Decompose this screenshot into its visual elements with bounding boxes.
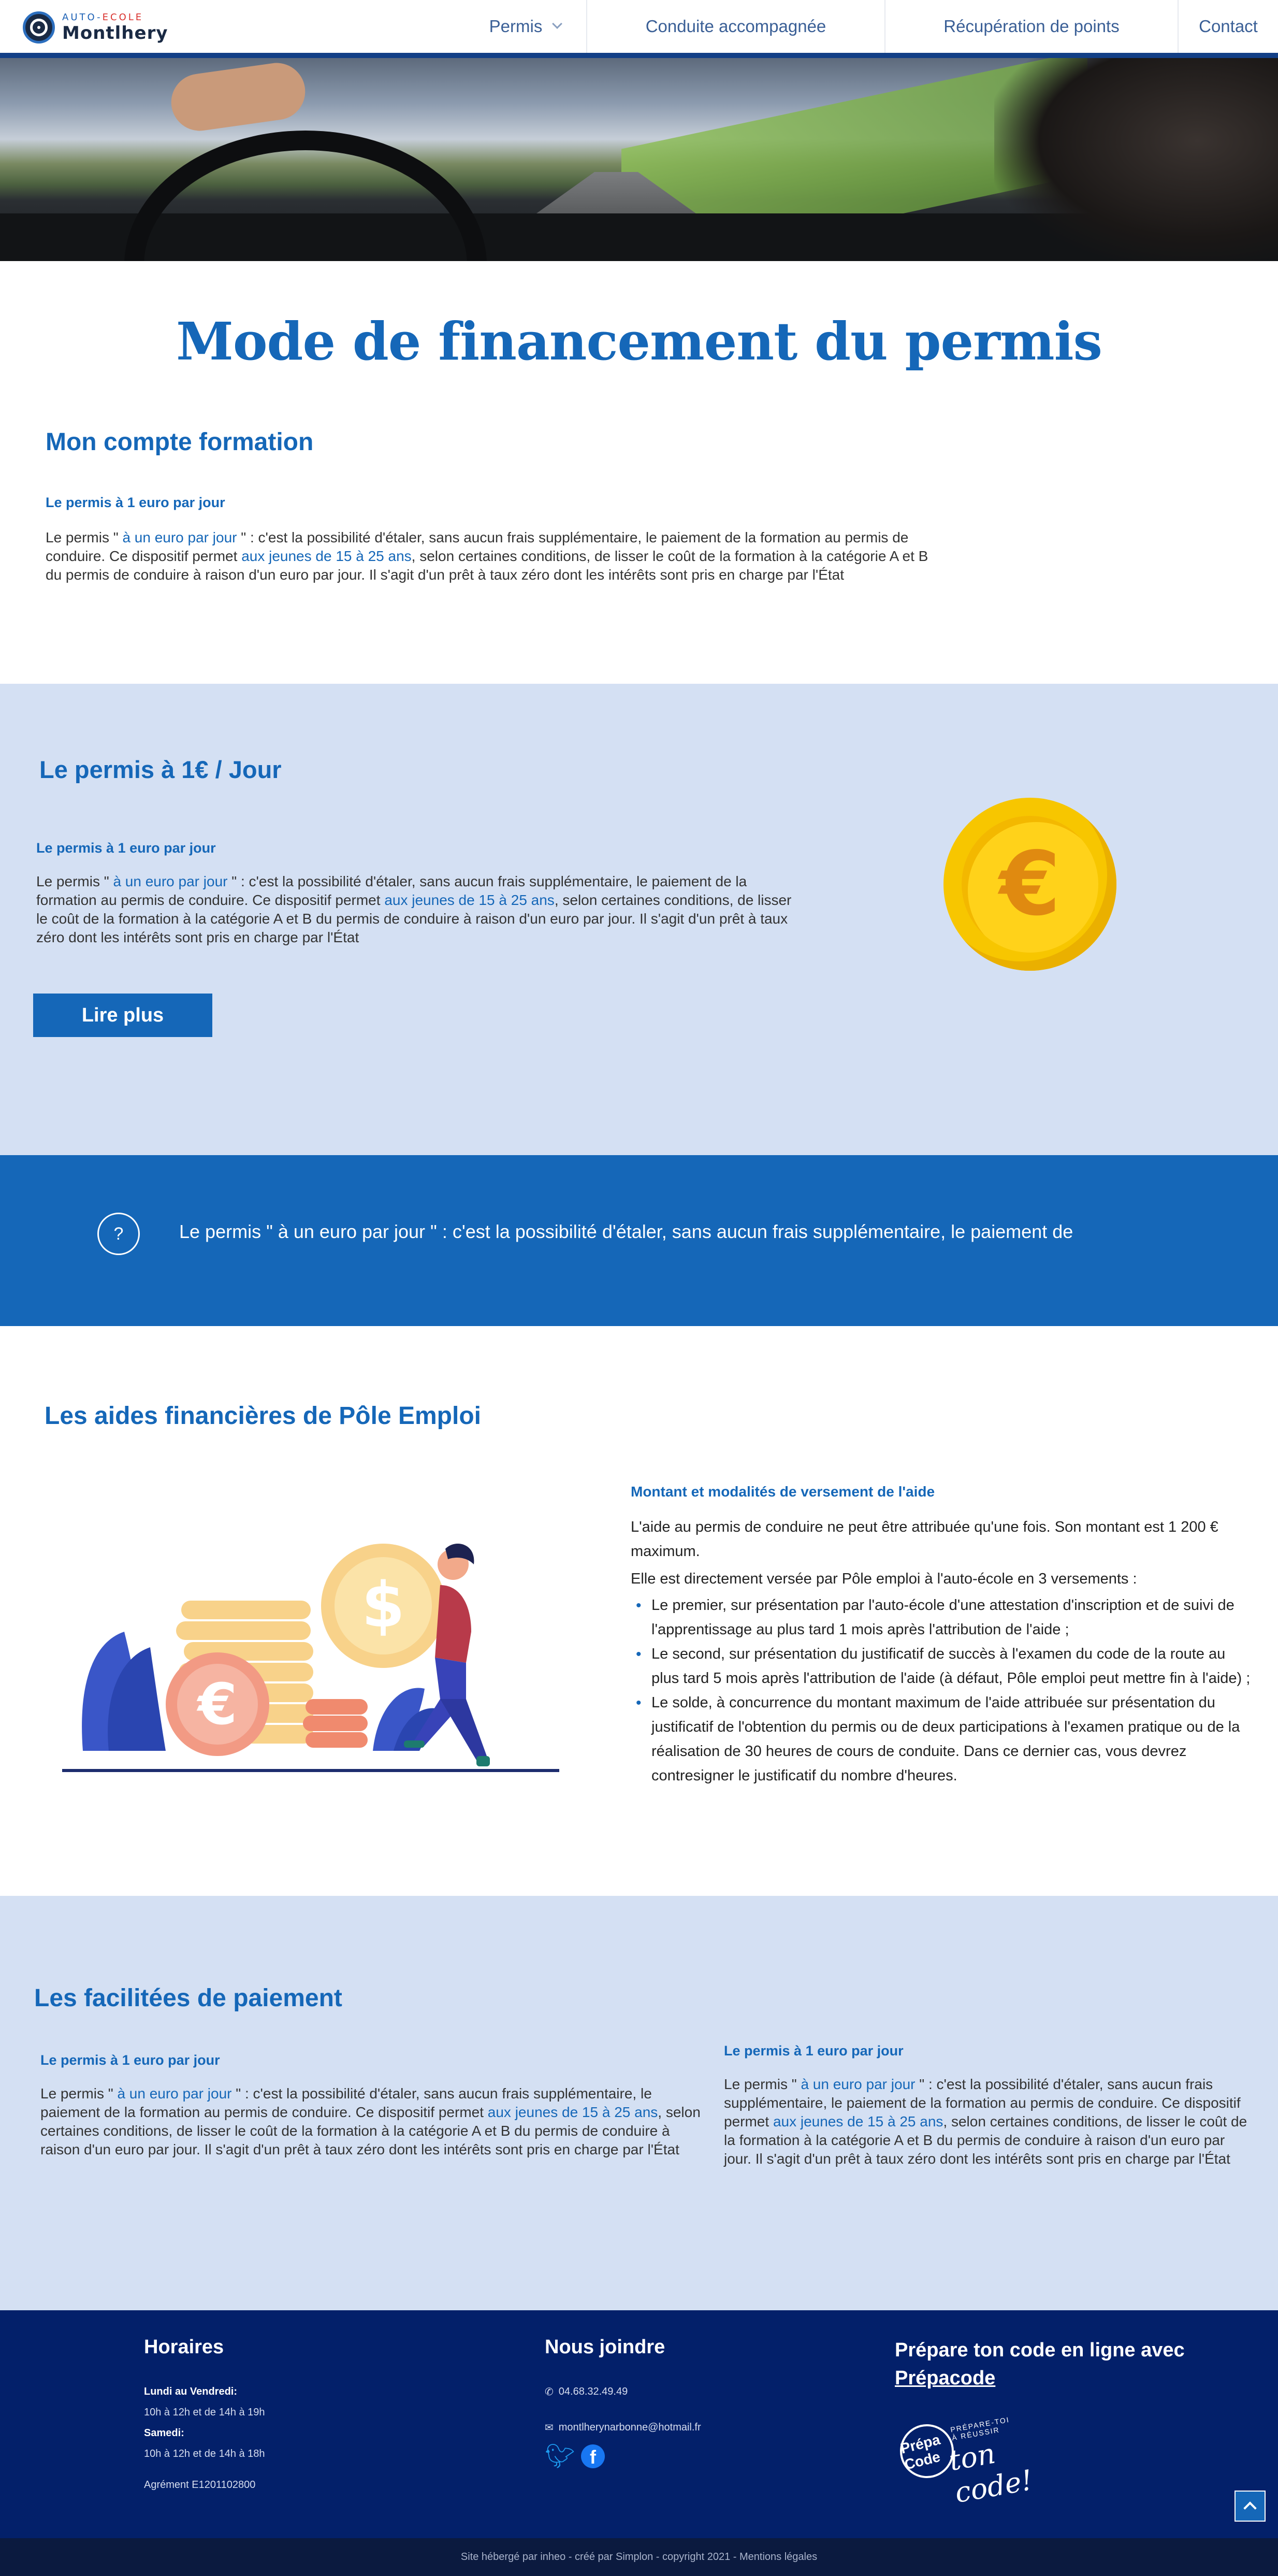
phone-number: 04.68.32.49.49 [558,2386,628,2397]
text: Le permis " [36,873,113,889]
highlight-link[interactable]: aux jeunes de 15 à 25 ans [488,2104,658,2120]
section-heading: Les facilitées de paiement [34,1984,342,2012]
section-subheading: Le permis à 1 euro par jour [36,840,216,856]
list-item: Le premier, sur présentation par l'auto-… [631,1593,1252,1642]
info-banner: ? Le permis " à un euro par jour " : c'e… [0,1155,1278,1326]
saturday-hours: 10h à 12h et de 14h à 18h [144,2448,265,2459]
section-heading-pole-emploi: Les aides financières de Pôle Emploi [45,1402,481,1430]
facebook-icon[interactable]: f [581,2444,605,2468]
section-heading: Le permis à 1€ / Jour [39,756,282,783]
coins-illustration: € $ [62,1544,559,1772]
nav-item-recuperation-points[interactable]: Récupération de points [884,0,1178,53]
nav-item-label: Conduite accompagnée [645,17,826,36]
chevron-up-icon [1243,2501,1257,2515]
prepa-logo-code: ton code! [947,2437,1035,2510]
section-subheading: Le permis à 1 euro par jour [724,2043,904,2059]
section-paragraph: Le permis " à un euro par jour " : c'est… [36,872,803,947]
social-links: 🐦︎ f [545,2444,701,2468]
hero-image [0,58,1278,261]
footer-heading: Prépare ton code en ligne avec Prépacode [895,2336,1226,2392]
saturday-label: Samedi: [144,2427,184,2439]
nav-item-permis[interactable]: Permis [464,0,586,53]
prepacode-link[interactable]: Prépacode [895,2367,995,2389]
logo-name: Montlhery [62,23,168,44]
nav-item-conduite-accompagnee[interactable]: Conduite accompagnée [586,0,884,53]
phone-icon: ✆ [545,2386,554,2398]
email-line[interactable]: ✉ montlherynarbonne@hotmail.fr [545,2421,701,2434]
chevron-down-icon [552,19,563,29]
nav-item-label: Contact [1199,17,1258,36]
top-navbar: AUTO-ECOLE Montlhery Permis Conduite acc… [0,0,1278,58]
logo[interactable]: AUTO-ECOLE Montlhery [23,11,168,44]
svg-text:$: $ [361,1570,405,1642]
payment-facilities-section: Les facilitées de paiement Le permis à 1… [0,1896,1278,2310]
footer: Horaires Lundi au Vendredi: 10h à 12h et… [0,2310,1278,2538]
footer-contact: Nous joindre ✆ 04.68.32.49.49 ✉ montlher… [545,2336,701,2468]
permis-1-euro-section: Le permis à 1€ / Jour Le permis à 1 euro… [0,684,1278,1155]
nav-item-contact[interactable]: Contact [1178,0,1278,53]
copyright-bar: Site hébergé par inheo - créé par Simplo… [0,2538,1278,2576]
prepacode-logo[interactable]: Prépa Code PRÉPARE-TOI À RÉUSSIR ton cod… [894,2415,1035,2509]
section-subheading: Le permis à 1 euro par jour [46,495,225,510]
text: Le permis " [724,2076,801,2092]
section-paragraph: Le permis " à un euro par jour " : c'est… [724,2075,1252,2168]
phone-line[interactable]: ✆ 04.68.32.49.49 [545,2385,701,2398]
text: Le permis " [46,529,123,545]
list-item: Le second, sur présentation du justifica… [631,1642,1252,1691]
highlight-link[interactable]: à un euro par jour [113,873,227,889]
copyright-text: Site hébergé par inheo - créé par Simplo… [460,2551,818,2563]
prepa-title: Prépare ton code en ligne avec [895,2339,1185,2361]
agrement-text: Agrément E1201102800 [144,2479,256,2491]
weekday-hours: 10h à 12h et de 14h à 19h [144,2407,265,2418]
logo-text: AUTO-ECOLE Montlhery [62,13,168,42]
logo-top-a: AUTO- [62,12,103,23]
page-title: Mode de financement du permis [176,311,1102,372]
twitter-icon[interactable]: 🐦︎ [545,2444,575,2468]
banner-text: Le permis " à un euro par jour " : c'est… [179,1221,1073,1242]
highlight-link[interactable]: à un euro par jour [117,2085,231,2102]
email-address: montlherynarbonne@hotmail.fr [558,2422,701,2433]
hours-block: Lundi au Vendredi: 10h à 12h et de 14h à… [144,2381,265,2464]
nav-item-label: Récupération de points [943,17,1120,36]
euro-symbol: € [962,816,1098,953]
section-heading-compte-formation: Mon compte formation [46,428,314,456]
highlight-link[interactable]: à un euro par jour [122,529,237,545]
highlight-link[interactable]: aux jeunes de 15 à 25 ans [241,548,411,564]
nav-item-label: Permis [489,17,543,36]
list-item: Le solde, à concurrence du montant maxim… [631,1691,1252,1788]
section-subheading: Le permis à 1 euro par jour [40,2052,220,2068]
section-paragraph: Le permis " à un euro par jour " : c'est… [40,2084,703,2159]
nav-menu: Permis Conduite accompagnée Récupération… [464,0,1278,53]
text: Le permis " [40,2085,118,2102]
euro-coin-icon: € [943,798,1116,971]
footer-heading: Nous joindre [545,2336,665,2358]
read-more-button[interactable]: Lire plus [33,994,212,1037]
aid-paragraph: L'aide au permis de conduire ne peut êtr… [631,1519,1218,1560]
highlight-link[interactable]: aux jeunes de 15 à 25 ans [384,892,554,908]
aid-subheading: Montant et modalités de versement de l'a… [631,1484,935,1500]
weekday-label: Lundi au Vendredi: [144,2386,238,2397]
highlight-link[interactable]: aux jeunes de 15 à 25 ans [773,2113,943,2129]
logo-top-b: ECOLE [102,12,144,23]
footer-hours: Horaires Lundi au Vendredi: 10h à 12h et… [144,2336,265,2495]
aid-bullet-list: Le premier, sur présentation par l'auto-… [631,1593,1252,1788]
section-paragraph: Le permis " à un euro par jour " : c'est… [46,528,947,584]
scroll-to-top-button[interactable] [1235,2491,1266,2522]
mail-icon: ✉ [545,2422,554,2434]
svg-text:€: € [196,1671,238,1737]
footer-heading: Horaires [144,2336,224,2358]
aid-details: L'aide au permis de conduire ne peut êtr… [631,1515,1252,1788]
footer-prepacode: Prépare ton code en ligne avec Prépacode… [894,2336,1226,2509]
steering-wheel-icon [23,11,55,44]
question-icon[interactable]: ? [97,1213,140,1255]
aid-paragraph: Elle est directement versée par Pôle emp… [631,1571,1137,1587]
highlight-link[interactable]: à un euro par jour [801,2076,915,2092]
